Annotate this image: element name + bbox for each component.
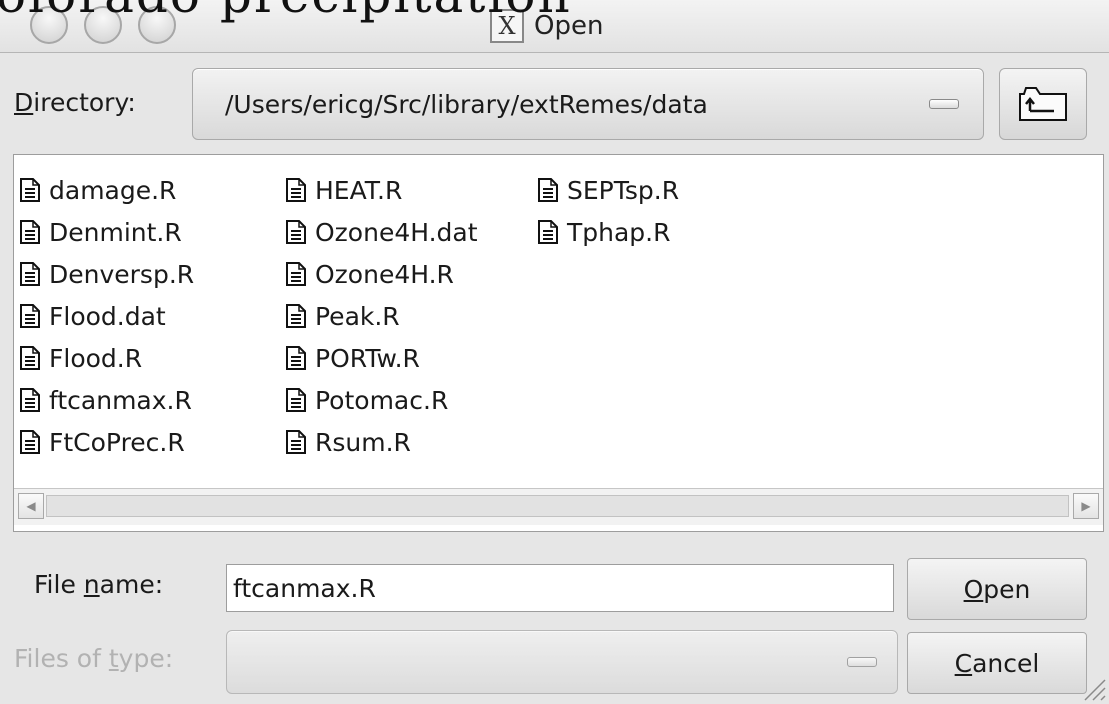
document-icon (20, 262, 40, 286)
files-of-type-label: Files of type: (14, 644, 174, 673)
file-item[interactable]: Tphap.R (538, 211, 679, 253)
scrollbar-track[interactable] (46, 495, 1069, 517)
file-name-field[interactable]: ftcanmax.R (226, 564, 894, 612)
file-item[interactable]: Ozone4H.R (286, 253, 478, 295)
file-item[interactable]: SEPTsp.R (538, 169, 679, 211)
document-icon (286, 304, 306, 328)
document-icon (20, 220, 40, 244)
combobox-arrow-icon (929, 99, 959, 109)
up-directory-button[interactable] (999, 68, 1087, 140)
file-column-1: damage.R Denmint.R Denversp.R Flood.dat … (20, 169, 194, 463)
combobox-arrow-icon (847, 657, 877, 667)
file-item[interactable]: FtCoPrec.R (20, 421, 194, 463)
file-item[interactable]: HEAT.R (286, 169, 478, 211)
document-icon (20, 346, 40, 370)
file-column-2: HEAT.R Ozone4H.dat Ozone4H.R Peak.R PORT… (286, 169, 478, 463)
minimize-window-button[interactable] (84, 6, 122, 44)
file-item[interactable]: Peak.R (286, 295, 478, 337)
file-item[interactable]: damage.R (20, 169, 194, 211)
chevron-left-icon: ◀ (26, 499, 36, 513)
directory-combobox[interactable]: /Users/ericg/Src/library/extRemes/data (192, 68, 984, 140)
document-icon (286, 220, 306, 244)
document-icon (538, 220, 558, 244)
resize-grip-icon[interactable] (1077, 672, 1107, 702)
directory-label: Directory: (14, 88, 136, 117)
document-icon (20, 178, 40, 202)
document-icon (286, 388, 306, 412)
file-column-3: SEPTsp.R Tphap.R (538, 169, 679, 253)
file-item[interactable]: Rsum.R (286, 421, 478, 463)
directory-path: /Users/ericg/Src/library/extRemes/data (225, 89, 708, 119)
folder-up-icon (1019, 87, 1067, 121)
file-item[interactable]: Potomac.R (286, 379, 478, 421)
file-type-combobox[interactable] (226, 630, 898, 694)
title-bar[interactable]: X Open (0, 0, 1109, 53)
document-icon (20, 430, 40, 454)
chevron-right-icon: ▶ (1081, 499, 1091, 513)
document-icon (286, 178, 306, 202)
document-icon (538, 178, 558, 202)
zoom-window-button[interactable] (138, 6, 176, 44)
scroll-left-button[interactable]: ◀ (18, 493, 44, 519)
file-list[interactable]: damage.R Denmint.R Denversp.R Flood.dat … (13, 154, 1104, 532)
document-icon (20, 388, 40, 412)
window-title: Open (534, 11, 604, 41)
horizontal-scrollbar[interactable]: ◀ ▶ (14, 488, 1103, 525)
file-item[interactable]: ftcanmax.R (20, 379, 194, 421)
document-icon (286, 262, 306, 286)
open-button[interactable]: Open (907, 558, 1087, 620)
file-item[interactable]: Ozone4H.dat (286, 211, 478, 253)
window-title-group: X Open (490, 7, 603, 45)
file-item[interactable]: Denversp.R (20, 253, 194, 295)
file-item[interactable]: Flood.dat (20, 295, 194, 337)
document-icon (20, 304, 40, 328)
file-item[interactable]: PORTw.R (286, 337, 478, 379)
file-item[interactable]: Denmint.R (20, 211, 194, 253)
file-item[interactable]: Flood.R (20, 337, 194, 379)
document-icon (286, 346, 306, 370)
scroll-right-button[interactable]: ▶ (1073, 493, 1099, 519)
x11-icon: X (490, 9, 524, 43)
close-window-button[interactable] (30, 6, 68, 44)
document-icon (286, 430, 306, 454)
cancel-button[interactable]: Cancel (907, 632, 1087, 694)
file-name-label: File name: (34, 570, 164, 599)
